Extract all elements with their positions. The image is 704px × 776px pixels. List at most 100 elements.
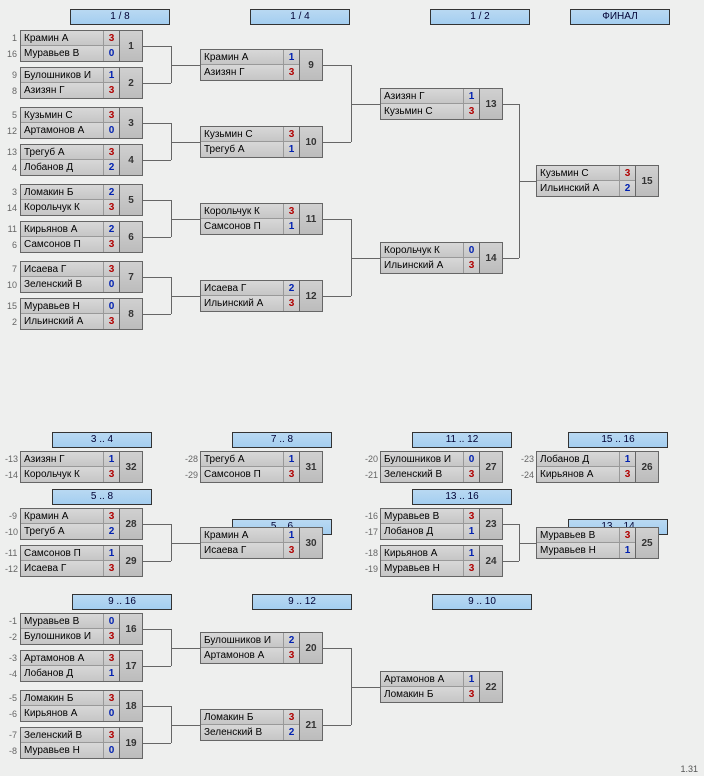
match-24: -18-19Кирьянов А1Муравьев Н324 [380,545,503,577]
bracket-connector [502,104,519,105]
player-score: 2 [283,281,299,295]
bracket-connector [171,725,200,726]
bracket-connector [519,181,520,258]
player-score: 3 [103,200,119,215]
player-score: 3 [463,509,479,523]
round-header: 15 .. 16 [568,432,668,448]
bracket-connector [171,543,172,561]
bracket-connector [502,524,519,525]
player-score: 1 [463,89,479,103]
seed: -10 [5,525,19,540]
bracket-connector [142,666,171,667]
match-22: Артамонов А1Ломакин Б322 [380,671,503,703]
player-name: Зеленский В [21,728,103,742]
player-score: 3 [619,166,635,180]
player-score: 3 [103,108,119,122]
player-name: Булошников И [21,68,103,82]
match-id: 9 [300,50,322,80]
match-id: 3 [120,108,142,138]
match-4: 134Трегуб А3Лобанов Д24 [20,144,143,176]
player-score: 0 [103,277,119,292]
bracket-connector [142,314,171,315]
player-name: Азизян Г [381,89,463,103]
seed: -29 [185,468,199,483]
bracket-connector [171,706,172,725]
bracket-connector [171,123,172,142]
match-id: 19 [120,728,142,758]
player-name: Артамонов А [21,123,103,138]
seed: 3 [5,185,19,200]
player-score: 3 [103,467,119,482]
bracket-connector [322,648,351,649]
player-name: Ильинский А [201,296,283,311]
bracket-connector [171,142,200,143]
player-score: 3 [103,728,119,742]
match-13: Азизян Г1Кузьмин С313 [380,88,503,120]
player-name: Булошников И [21,629,103,644]
player-name: Азизян Г [201,65,283,80]
player-score: 3 [463,258,479,273]
seed: 1 [5,31,19,46]
match-11: Корольчук К3Самсонов П111 [200,203,323,235]
player-score: 3 [103,691,119,705]
match-26: -23-24Лобанов Д1Кирьянов А326 [536,451,659,483]
player-score: 1 [619,543,635,558]
bracket-connector [351,65,352,104]
match-5: 314Ломакин Б2Корольчук К35 [20,184,143,216]
seed: -8 [5,744,19,759]
match-9: Крамин А1Азизян Г39 [200,49,323,81]
bracket-connector [171,296,200,297]
seed: -2 [5,630,19,645]
match-id: 23 [480,509,502,539]
bracket-connector [142,743,171,744]
match-32: -13-14Азизян Г1Корольчук К332 [20,451,143,483]
seed: -6 [5,707,19,722]
player-name: Муравьев Н [21,299,103,313]
player-name: Исаева Г [201,281,283,295]
bracket-connector [351,648,352,687]
seed: 8 [5,84,19,99]
seed: -23 [521,452,535,467]
match-2: 98Булошников И1Азизян Г32 [20,67,143,99]
match-id: 32 [120,452,142,482]
match-6: 116Кирьянов А2Самсонов П36 [20,221,143,253]
player-score: 3 [463,687,479,702]
player-score: 2 [103,222,119,236]
round-header: 9 .. 16 [72,594,172,610]
player-score: 3 [619,528,635,542]
player-name: Самсонов П [201,219,283,234]
player-name: Крамин А [21,31,103,45]
player-score: 3 [283,127,299,141]
player-score: 1 [283,50,299,64]
player-name: Муравьев В [21,614,103,628]
player-name: Зеленский В [21,277,103,292]
bracket-connector [322,296,351,297]
player-score: 3 [463,561,479,576]
player-score: 2 [103,160,119,175]
bracket-connector [351,258,352,296]
bracket-connector [519,543,520,561]
bracket-connector [142,561,171,562]
round-header: 9 .. 12 [252,594,352,610]
bracket-connector [171,200,172,219]
player-score: 0 [103,299,119,313]
player-name: Муравьев В [381,509,463,523]
bracket-connector [171,219,200,220]
player-score: 3 [463,104,479,119]
version-label: 1.31 [680,764,698,774]
seed: -18 [365,546,379,561]
match-id: 11 [300,204,322,234]
player-name: Трегуб А [21,524,103,539]
match-28: -9-10Крамин А3Трегуб А228 [20,508,143,540]
match-id: 4 [120,145,142,175]
seed: -7 [5,728,19,743]
player-score: 0 [463,243,479,257]
player-score: 3 [103,314,119,329]
player-score: 3 [103,509,119,523]
player-score: 3 [283,467,299,482]
player-name: Ильинский А [381,258,463,273]
bracket-connector [142,524,171,525]
match-3: 512Кузьмин С3Артамонов А03 [20,107,143,139]
match-8: 152Муравьев Н0Ильинский А38 [20,298,143,330]
match-id: 14 [480,243,502,273]
